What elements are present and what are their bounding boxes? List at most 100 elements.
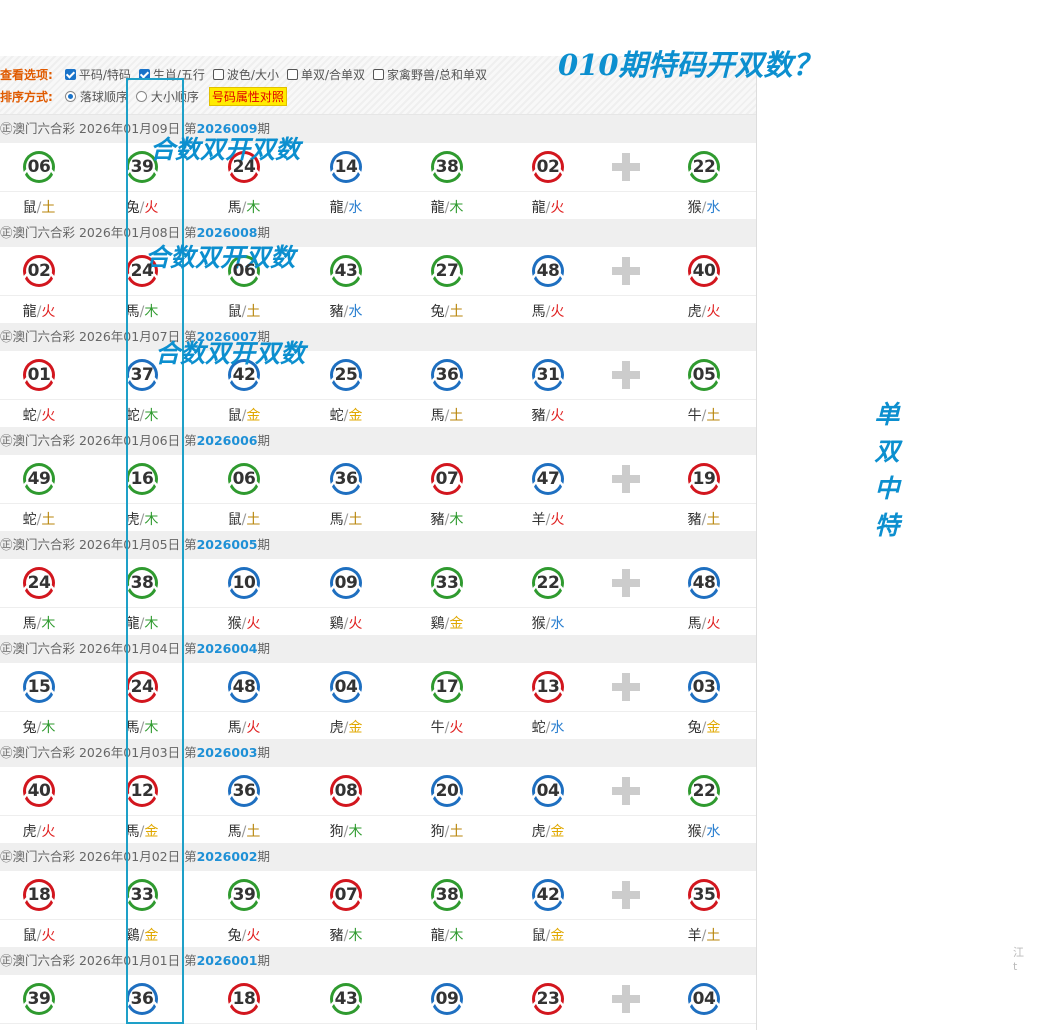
ball-row: 24 38 10 09 33 22 48 <box>0 559 756 608</box>
element-name: 水 <box>348 304 363 320</box>
element-name: 土 <box>706 928 721 944</box>
element-name: 水 <box>706 200 721 216</box>
number-ball: 13 <box>532 671 564 703</box>
ball-number: 09 <box>334 573 358 593</box>
ball-number: 40 <box>27 781 51 801</box>
zodiac-row: 蛇/火 蛇/木 鼠/金 蛇/金 馬/土 豬/火 牛/土 <box>0 400 756 428</box>
ball-number: 38 <box>435 157 459 177</box>
zodiac-name: 猴 <box>227 616 242 632</box>
number-ball: 48 <box>228 671 260 703</box>
ball-number: 06 <box>232 469 256 489</box>
ball-number: 06 <box>27 157 51 177</box>
zodiac-element-label: 鼠/金 <box>518 925 578 945</box>
period-number[interactable]: 2026006 <box>197 433 258 448</box>
zodiac-row: 鼠/土 兔/火 馬/木 龍/水 龍/木 龍/火 猴/水 <box>0 192 756 220</box>
zodiac-name: 虎 <box>687 304 702 320</box>
ball-number: 14 <box>334 157 358 177</box>
sort-option-label[interactable]: 落球顺序 <box>80 90 128 104</box>
zodiac-name: 鼠 <box>22 928 37 944</box>
sort-option-radio[interactable] <box>64 91 76 102</box>
element-name: 火 <box>41 304 56 320</box>
ball-row: 40 12 36 08 20 04 22 <box>0 767 756 816</box>
ball-number: 43 <box>334 261 358 281</box>
element-name: 火 <box>348 616 363 632</box>
zodiac-name: 豬 <box>531 408 546 424</box>
zodiac-element-label: 蛇/金 <box>316 405 376 425</box>
number-ball: 36 <box>431 359 463 391</box>
view-option-checkbox[interactable] <box>373 69 384 80</box>
zodiac-element-label: 羊/火 <box>518 509 578 529</box>
draw-record: ㊣澳门六合彩 2026年01月09日 第2026009期 06 39 24 14 38 02… <box>0 115 756 219</box>
number-ball: 31 <box>532 359 564 391</box>
zodiac-row: 蛇/土 虎/木 鼠/土 馬/土 豬/木 羊/火 豬/土 <box>0 504 756 532</box>
ball-number: 36 <box>334 469 358 489</box>
ball-number: 33 <box>435 573 459 593</box>
element-name: 火 <box>550 512 565 528</box>
zodiac-name: 兔 <box>687 720 702 736</box>
view-option-checkbox[interactable] <box>286 69 298 80</box>
zodiac-name: 鼠 <box>22 200 37 216</box>
number-ball: 40 <box>23 775 55 807</box>
view-option-label[interactable]: 平码/特码 <box>79 68 131 82</box>
element-name: 水 <box>550 720 565 736</box>
number-ball: 09 <box>431 983 463 1015</box>
zodiac-element-label: 龍/木 <box>417 197 477 217</box>
element-name: 金 <box>706 720 721 736</box>
view-option-label[interactable]: 家禽野兽/总和单双 <box>387 68 487 82</box>
period-number[interactable]: 2026004 <box>197 641 258 656</box>
number-ball: 24 <box>126 255 158 287</box>
zodiac-name: 兔 <box>430 304 445 320</box>
special-number-ball: 40 <box>688 255 720 287</box>
ball-number: 35 <box>692 885 716 905</box>
draw-header-suffix: 期 <box>257 537 270 552</box>
period-number[interactable]: 2026001 <box>197 953 258 968</box>
zodiac-element-label: 馬/土 <box>417 405 477 425</box>
draw-header-suffix: 期 <box>257 953 270 968</box>
zodiac-element-label: 龍/木 <box>417 925 477 945</box>
ball-number: 09 <box>435 989 459 1009</box>
ball-number: 05 <box>692 365 716 385</box>
element-name: 火 <box>246 720 261 736</box>
zodiac-name: 龍 <box>430 200 445 216</box>
special-number-ball: 03 <box>688 671 720 703</box>
element-name: 火 <box>41 824 56 840</box>
number-ball: 18 <box>23 879 55 911</box>
view-options-label: 查看选项: <box>0 68 53 82</box>
zodiac-element-label: 鼠/土 <box>9 197 69 217</box>
zodiac-name: 狗 <box>430 824 445 840</box>
period-number[interactable]: 2026002 <box>197 849 258 864</box>
element-name: 土 <box>706 408 721 424</box>
period-number[interactable]: 2026003 <box>197 745 258 760</box>
edge-mark: 江 <box>1013 946 1024 959</box>
element-name: 木 <box>348 824 363 840</box>
ball-number: 24 <box>27 573 51 593</box>
ball-number: 36 <box>435 365 459 385</box>
number-ball: 38 <box>126 567 158 599</box>
view-option-checkbox[interactable] <box>212 69 224 80</box>
draw-header: ㊣澳门六合彩 2026年01月04日 第2026004期 <box>0 635 756 663</box>
zodiac-name: 蛇 <box>22 408 37 424</box>
number-ball: 10 <box>228 567 260 599</box>
view-option-label[interactable]: 单双/合单双 <box>301 68 365 82</box>
zodiac-name: 牛 <box>687 408 702 424</box>
number-ball: 38 <box>431 879 463 911</box>
element-name: 土 <box>449 304 464 320</box>
zodiac-name: 馬 <box>531 304 546 320</box>
view-option-label[interactable]: 波色/大小 <box>227 68 279 82</box>
zodiac-name: 虎 <box>22 824 37 840</box>
plus-icon <box>612 673 640 701</box>
number-ball: 09 <box>330 567 362 599</box>
element-name: 土 <box>449 408 464 424</box>
period-number[interactable]: 2026005 <box>197 537 258 552</box>
zodiac-element-label: 牛/土 <box>674 405 734 425</box>
row-annotation-2: 合数双开双数 <box>145 243 296 272</box>
ball-number: 24 <box>232 157 256 177</box>
ball-number: 36 <box>130 989 154 1009</box>
zodiac-name: 虎 <box>329 720 344 736</box>
zodiac-element-label: 兔/金 <box>674 717 734 737</box>
view-option-checkbox[interactable] <box>64 69 76 80</box>
compare-attributes-button[interactable]: 号码属性对照 <box>208 87 287 106</box>
number-ball: 39 <box>23 983 55 1015</box>
ball-number: 04 <box>536 781 560 801</box>
ball-number: 31 <box>536 365 560 385</box>
